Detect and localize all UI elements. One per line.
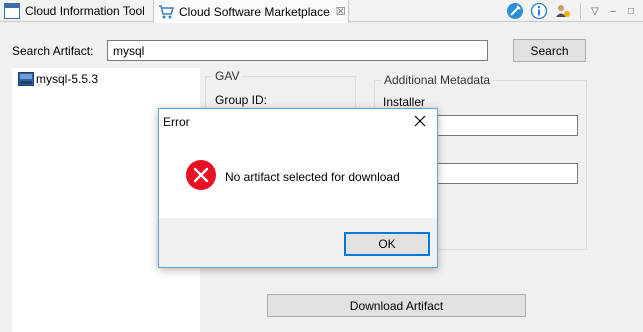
package-icon bbox=[18, 72, 34, 86]
maximize-icon[interactable]: □ bbox=[625, 5, 637, 17]
toolbar-separator bbox=[580, 3, 581, 19]
close-tab-icon[interactable]: ☒ bbox=[336, 5, 346, 18]
view-menu-icon[interactable]: ▽ bbox=[589, 5, 601, 17]
tab-cloud-software-marketplace[interactable]: Cloud Software Marketplace ☒ bbox=[153, 0, 349, 23]
error-dialog: Error No artifact selected for download … bbox=[158, 108, 438, 268]
search-artifact-input[interactable] bbox=[107, 40, 488, 61]
search-label: Search Artifact: bbox=[12, 44, 94, 58]
dialog-footer: OK bbox=[159, 218, 437, 267]
search-button[interactable]: Search bbox=[513, 39, 586, 62]
tools-icon[interactable] bbox=[506, 2, 524, 20]
window-icon bbox=[4, 3, 20, 19]
tree-item-label: mysql-5.5.3 bbox=[36, 72, 99, 86]
close-icon[interactable] bbox=[411, 111, 429, 131]
minimize-icon[interactable]: – bbox=[607, 5, 619, 17]
metadata-group-title: Additional Metadata bbox=[381, 73, 494, 87]
gav-group-title: GAV bbox=[212, 69, 243, 83]
tree-item[interactable]: mysql-5.5.3 bbox=[18, 72, 98, 86]
group-id-label: Group ID: bbox=[215, 93, 268, 107]
error-icon bbox=[185, 159, 217, 191]
download-artifact-button[interactable]: Download Artifact bbox=[267, 294, 526, 317]
tab-label: Cloud Software Marketplace bbox=[179, 4, 330, 19]
editor-tab-bar: Cloud Information Tool Cloud Software Ma… bbox=[0, 0, 643, 23]
dialog-title: Error bbox=[163, 115, 190, 129]
tab-cloud-information-tool[interactable]: Cloud Information Tool bbox=[0, 0, 153, 22]
dialog-body: No artifact selected for download bbox=[159, 139, 437, 218]
dialog-message: No artifact selected for download bbox=[225, 170, 400, 184]
info-icon[interactable] bbox=[530, 2, 548, 20]
installer-label: Installer bbox=[383, 95, 426, 109]
users-icon[interactable] bbox=[554, 2, 572, 20]
tab-label: Cloud Information Tool bbox=[25, 4, 145, 18]
cart-icon bbox=[158, 4, 174, 20]
view-toolbar: ▽ – □ bbox=[506, 1, 637, 21]
ok-button[interactable]: OK bbox=[344, 232, 430, 256]
